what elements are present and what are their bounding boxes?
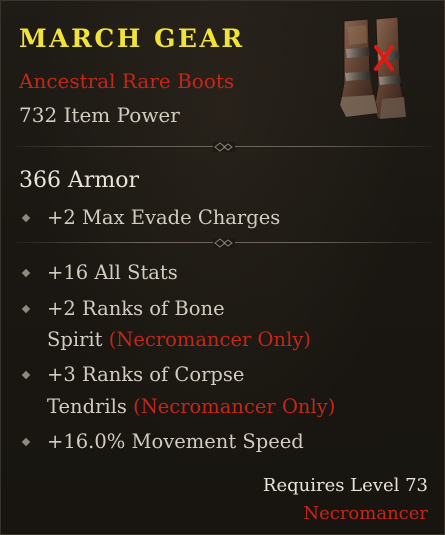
divider-ornament-icon [213, 142, 235, 152]
boots-icon [339, 16, 407, 120]
divider [15, 238, 433, 248]
diamond-bullet-icon [21, 370, 31, 380]
level-requirement: Requires Level 73 [262, 475, 428, 496]
class-requirement: Necromancer [303, 503, 428, 524]
item-type: Ancestral Rare Boots [19, 69, 235, 93]
diamond-bullet-icon [21, 304, 31, 314]
armor-value: 366 Armor [19, 168, 140, 193]
item-tooltip: MARCH GEAR Ancestral Rare Boots 732 Item… [0, 0, 445, 535]
divider [15, 142, 433, 152]
class-restriction-tag: (Necromancer Only) [108, 328, 311, 351]
class-restriction-tag: (Necromancer Only) [133, 395, 336, 418]
diamond-bullet-icon [21, 268, 31, 278]
item-name: MARCH GEAR [19, 24, 245, 53]
diamond-bullet-icon [21, 437, 31, 447]
divider-ornament-icon [213, 238, 235, 248]
item-power: 732 Item Power [19, 103, 180, 127]
diamond-bullet-icon [21, 213, 31, 223]
